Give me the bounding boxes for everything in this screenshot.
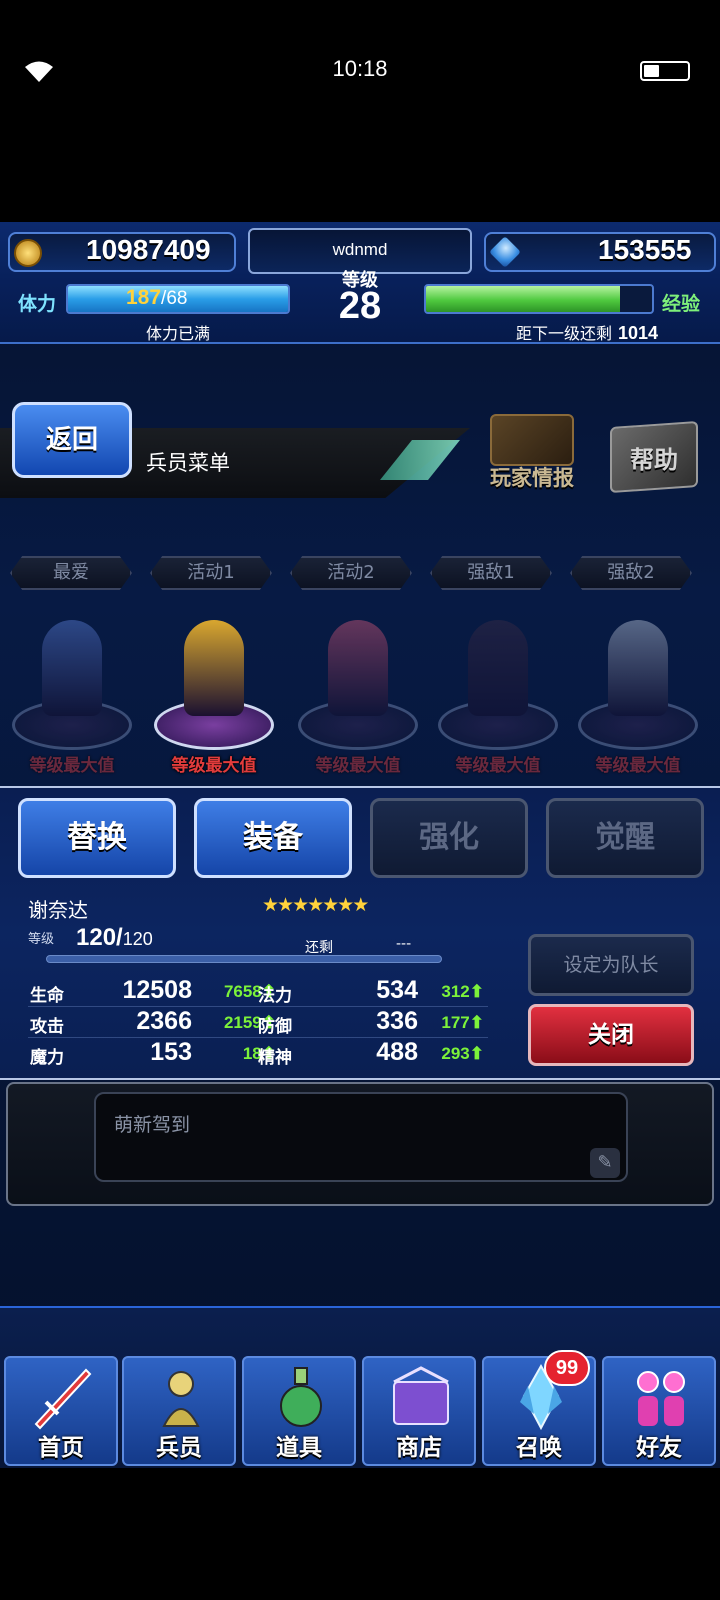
help-button-label[interactable]: 帮助 — [610, 440, 698, 475]
nav-items[interactable]: 道具 — [242, 1356, 356, 1466]
player-info-label: 玩家情报 — [490, 466, 574, 490]
potion-icon — [280, 1367, 322, 1427]
stat-def-bonus: 177⬆ — [441, 1013, 484, 1032]
unit-slot-2[interactable]: 等级最大值 — [146, 600, 282, 780]
player-info-icon — [490, 414, 574, 466]
gold-amount: 10987409 — [86, 234, 211, 265]
stat-mp-label: 法力 — [258, 986, 292, 1006]
nav-summon-label: 召唤 — [516, 1435, 562, 1461]
unit-level: 120/120 — [76, 924, 153, 952]
unit-level-label: 等级最大值 — [315, 756, 401, 776]
edit-feather-icon[interactable]: ✎ — [590, 1148, 620, 1178]
unit-sprite — [328, 620, 388, 716]
stat-row: 生命 12508 7658⬆ 法力 534 312⬆ — [28, 976, 488, 1007]
exp-note-label: 距下一级还剩 — [516, 324, 613, 343]
stat-hp-value: 12508 — [122, 976, 192, 1004]
enhance-button[interactable]: 强化 — [370, 798, 528, 878]
exp-label: 经验 — [662, 293, 701, 315]
nav-shop-label: 商店 — [396, 1435, 442, 1461]
tab-event-2[interactable]: 活动2 — [290, 556, 412, 590]
unit-level-label: 等级 — [28, 932, 55, 947]
stat-atk-value: 2366 — [136, 1007, 192, 1035]
tab-boss-2[interactable]: 强敌2 — [570, 556, 692, 590]
message-input[interactable] — [94, 1092, 628, 1182]
stat-mag-label: 魔力 — [30, 1048, 64, 1068]
gold-coin-icon — [14, 239, 42, 267]
shop-icon — [393, 1366, 449, 1425]
battery-icon — [640, 61, 690, 81]
player-level: 28 — [338, 285, 382, 327]
exp-bar — [424, 284, 654, 314]
unit-slot-3[interactable]: 等级最大值 — [290, 600, 426, 780]
message-text: 萌新驾到 — [114, 1114, 191, 1136]
unit-level-current: 120/ — [76, 924, 123, 951]
exp-fill — [426, 286, 621, 312]
nav-units[interactable]: 兵员 — [122, 1356, 236, 1466]
player-name: wdnmd — [332, 240, 388, 259]
tab-favorite[interactable]: 最爱 — [10, 556, 132, 590]
tab-event-1[interactable]: 活动1 — [150, 556, 272, 590]
unit-level-label: 等级最大值 — [29, 756, 115, 776]
equip-button[interactable]: 装备 — [194, 798, 352, 878]
rarity-stars: ★★★★★★★ — [262, 894, 369, 916]
unit-level-label: 等级最大值 — [171, 756, 257, 776]
stamina-value: 187/68 — [126, 286, 187, 310]
exp-remaining-value: --- — [396, 936, 412, 952]
nav-home[interactable]: 首页 — [4, 1356, 118, 1466]
unit-level-label: 等级最大值 — [455, 756, 541, 776]
nav-friends-label: 好友 — [636, 1435, 682, 1461]
nav-home-label: 首页 — [38, 1435, 84, 1461]
stat-row: 魔力 153 18⬆ 精神 488 293⬆ — [28, 1038, 488, 1068]
unit-exp-bar — [46, 955, 442, 963]
stamina-note: 体力已满 — [145, 324, 210, 343]
stat-hp-label: 生命 — [30, 986, 64, 1006]
unit-sprite — [468, 620, 528, 716]
unit-slot-4[interactable]: 等级最大值 — [430, 600, 566, 780]
back-button[interactable]: 返回 — [12, 402, 132, 478]
nav-friends[interactable]: 好友 — [602, 1356, 716, 1466]
stat-def-label: 防御 — [258, 1017, 292, 1037]
tab-boss-1[interactable]: 强敌1 — [430, 556, 552, 590]
exp-note: 距下一级还剩 1014 — [516, 320, 658, 344]
stat-atk-label: 攻击 — [30, 1017, 64, 1037]
stat-mag-value: 153 — [150, 1038, 192, 1066]
replace-button[interactable]: 替换 — [18, 798, 176, 878]
exp-remaining: 1014 — [618, 323, 659, 343]
nav-units-label: 兵员 — [156, 1435, 202, 1461]
close-button[interactable]: 关闭 — [528, 1004, 694, 1066]
unit-level-max: 120 — [122, 929, 153, 949]
warrior-icon — [162, 1371, 200, 1427]
stamina-current: 187 — [126, 286, 162, 309]
unit-sprite — [42, 620, 102, 716]
unit-level-label: 等级最大值 — [595, 756, 681, 776]
page-title: 兵员菜单 — [146, 451, 230, 475]
stamina-label: 体力 — [18, 293, 57, 315]
stat-mp-bonus: 312⬆ — [441, 982, 484, 1001]
unit-slot-5[interactable]: 等级最大值 — [570, 600, 706, 780]
unit-sprite — [608, 620, 668, 716]
stamina-max: /68 — [161, 288, 188, 309]
set-leader-button[interactable]: 设定为队长 — [528, 934, 694, 996]
status-time: 10:18 — [332, 56, 388, 81]
nav-shop[interactable]: 商店 — [362, 1356, 476, 1466]
gem-amount: 153555 — [598, 234, 692, 265]
unit-sprite — [184, 620, 244, 716]
awaken-button[interactable]: 觉醒 — [546, 798, 704, 878]
nav-items-label: 道具 — [276, 1435, 322, 1461]
sword-icon — [34, 1368, 92, 1430]
player-info-button[interactable]: 玩家情报 — [480, 414, 584, 490]
stat-spr-bonus: 293⬆ — [441, 1044, 484, 1063]
unit-slot-1[interactable]: 等级最大值 — [4, 600, 140, 780]
stat-spr-label: 精神 — [258, 1048, 292, 1068]
stat-row: 攻击 2366 2159⬆ 防御 336 177⬆ — [28, 1007, 488, 1038]
exp-remaining-label: 还剩 — [305, 940, 333, 956]
friends-icon — [637, 1371, 685, 1426]
unit-name: 谢奈达 — [28, 898, 88, 922]
summon-badge: 99 — [544, 1350, 590, 1386]
